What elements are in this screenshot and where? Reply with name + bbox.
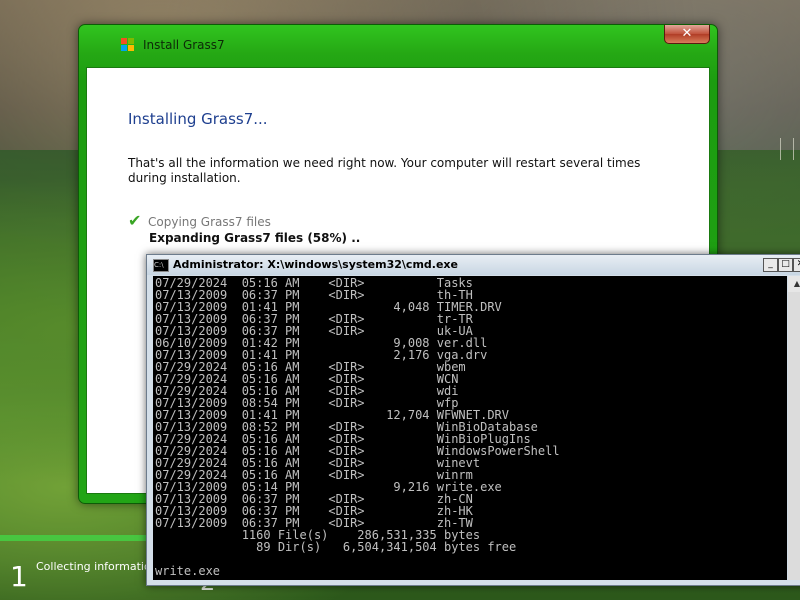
- cmd-window-title: Administrator: X:\windows\system32\cmd.e…: [173, 258, 458, 271]
- power-tower-decoration: [780, 138, 794, 160]
- install-info-text: That's all the information we need right…: [128, 156, 641, 185]
- cmd-close-button[interactable]: ✕: [793, 258, 800, 272]
- stage-1-label: Collecting information: [36, 560, 158, 573]
- maximize-button[interactable]: □: [778, 258, 793, 272]
- stage-1-number: 1: [10, 560, 28, 593]
- scroll-up-icon[interactable]: ▲: [788, 276, 800, 292]
- cmd-titlebar[interactable]: C:\ Administrator: X:\windows\system32\c…: [147, 255, 800, 275]
- console-lines: 07/29/2024 05:16 AM <DIR> Tasks 07/13/200…: [153, 276, 787, 580]
- check-icon: ✔: [128, 211, 142, 230]
- vertical-scrollbar[interactable]: ▲: [788, 276, 800, 580]
- step-expanding-files: Expanding Grass7 files (58%) ..: [149, 231, 361, 245]
- windows-logo-icon: [121, 38, 135, 52]
- install-titlebar[interactable]: Install Grass7 ✕: [79, 25, 717, 67]
- console-line: 89 Dir(s) 6,504,341,504 bytes free: [155, 540, 517, 554]
- console-line: write.exe: [155, 564, 221, 578]
- install-window-title: Install Grass7: [143, 38, 225, 52]
- page-title: Installing Grass7...: [128, 110, 268, 128]
- close-button[interactable]: ✕: [664, 25, 710, 44]
- minimize-button[interactable]: _: [763, 258, 778, 272]
- step-label: Copying Grass7 files: [148, 215, 271, 229]
- cmd-app-icon: C:\: [153, 259, 169, 272]
- setup-progress-fill: [0, 535, 152, 541]
- step-copying-files: ✔ Copying Grass7 files: [128, 211, 271, 230]
- console-output[interactable]: 07/29/2024 05:16 AM <DIR> Tasks 07/13/200…: [153, 276, 787, 580]
- console-line: n: [155, 577, 785, 580]
- cmd-window: C:\ Administrator: X:\windows\system32\c…: [146, 254, 800, 586]
